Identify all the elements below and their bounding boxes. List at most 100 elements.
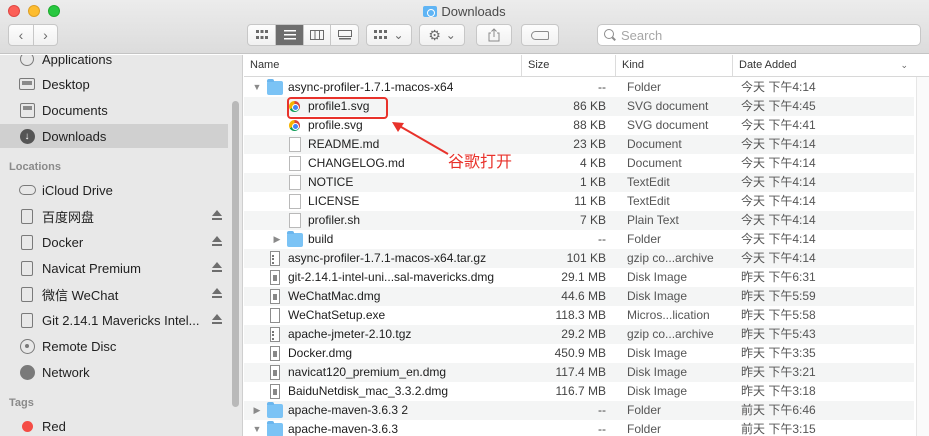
sidebar-item-applications[interactable]: Applications [0, 55, 228, 71]
file-row[interactable]: BaiduNetdisk_mac_3.3.2.dmg 116.7 MB Disk I… [244, 382, 914, 401]
file-name-label: profiler.sh [308, 213, 361, 227]
sidebar-item-label: Red [42, 418, 66, 434]
eject-icon[interactable] [212, 236, 222, 247]
sidebar-item-label: Desktop [42, 76, 90, 92]
sidebar-item-desktop[interactable]: Desktop [0, 72, 228, 96]
group-by-button[interactable]: ⌄ [366, 24, 412, 46]
list-view-button[interactable] [275, 25, 303, 45]
icon-view-button[interactable] [248, 25, 275, 45]
file-size-cell: 117.4 MB [555, 365, 606, 379]
drive-icon [18, 208, 36, 224]
file-row[interactable]: ▶ apache-maven-3.6.3 2 -- Folder 前天 下午6:46 [244, 401, 914, 420]
date-added-label: Date Added [739, 59, 797, 71]
disk-image-icon [270, 346, 280, 361]
file-row[interactable]: navicat120_premium_en.dmg 117.4 MB Disk Im… [244, 363, 914, 382]
file-size-cell: 44.6 MB [561, 289, 606, 303]
file-list-scrollbar[interactable] [916, 77, 929, 436]
disclosure-triangle-icon[interactable]: ▼ [252, 420, 262, 436]
column-view-button[interactable] [302, 25, 331, 45]
file-row[interactable]: NOTICE 1 KB TextEdit 今天 下午4:14 [244, 173, 914, 192]
folder-icon [287, 230, 303, 247]
chevron-down-icon: ⌄ [445, 28, 456, 42]
file-row[interactable]: profiler.sh 7 KB Plain Text 今天 下午4:14 [244, 211, 914, 230]
downloads-folder-icon [423, 6, 438, 17]
file-row[interactable]: WeChatMac.dmg 44.6 MB Disk Image 昨天 下午5:59 [244, 287, 914, 306]
disclosure-triangle-icon[interactable]: ▶ [272, 230, 282, 249]
file-name-cell: ▼ apache-maven-3.6.3 [252, 420, 398, 436]
file-kind-cell: Folder [627, 422, 662, 436]
share-icon [488, 28, 500, 42]
annotation-highlight-box [287, 97, 388, 119]
file-row[interactable]: ▶ build -- Folder 今天 下午4:14 [244, 230, 914, 249]
sidebar-item-network[interactable]: Network [0, 360, 228, 384]
file-size-cell: 88 KB [573, 118, 606, 132]
gallery-view-button[interactable] [330, 25, 358, 45]
sidebar-item-label: Navicat Premium [42, 260, 141, 276]
sidebar-scrollbar[interactable] [232, 101, 239, 407]
size-column-header[interactable]: Size [521, 55, 615, 76]
forward-button[interactable]: › [32, 25, 57, 45]
file-name-cell: ▶ apache-maven-3.6.3 2 [252, 401, 408, 420]
tags-button[interactable] [521, 24, 559, 46]
sidebar-item-navicat[interactable]: Navicat Premium [0, 256, 228, 280]
date-added-column-header[interactable]: Date Added ⌄ [732, 55, 914, 76]
kind-column-header[interactable]: Kind [615, 55, 732, 76]
sidebar-item-remote-disc[interactable]: Remote Disc [0, 334, 228, 358]
file-row[interactable]: Docker.dmg 450.9 MB Disk Image 昨天 下午3:35 [244, 344, 914, 363]
sidebar-item-git[interactable]: Git 2.14.1 Mavericks Intel... [0, 308, 228, 332]
file-name-label: NOTICE [308, 175, 354, 189]
archive-icon [270, 251, 280, 266]
name-column-header[interactable]: Name [244, 55, 521, 76]
file-name-label: navicat120_premium_en.dmg [288, 365, 447, 379]
sidebar-item-docker[interactable]: Docker [0, 230, 228, 254]
file-row[interactable]: async-profiler-1.7.1-macos-x64.tar.gz 101… [244, 249, 914, 268]
file-icon [270, 308, 280, 323]
file-date-cell: 今天 下午4:14 [741, 175, 816, 189]
sidebar-item-label: Documents [42, 102, 108, 118]
file-row[interactable]: ▼ apache-maven-3.6.3 -- Folder 前天 下午3:15 [244, 420, 914, 436]
file-name-cell: README.md [272, 135, 379, 154]
action-menu-button[interactable]: ⚙ ⌄ [419, 24, 465, 46]
file-size-cell: 7 KB [579, 213, 606, 227]
eject-icon[interactable] [212, 210, 222, 221]
file-row[interactable]: apache-jmeter-2.10.tgz 29.2 MB gzip co...a… [244, 325, 914, 344]
file-row[interactable]: CHANGELOG.md 4 KB Document 今天 下午4:14 [244, 154, 914, 173]
chevron-down-icon: ⌄ [393, 28, 404, 42]
search-input[interactable] [621, 27, 911, 43]
red-tag-icon [18, 418, 36, 434]
sidebar-item-documents[interactable]: Documents [0, 98, 228, 122]
file-size-cell: -- [598, 422, 606, 436]
disclosure-triangle-icon[interactable]: ▼ [252, 78, 262, 97]
file-row[interactable]: WeChatSetup.exe 118.3 MB Micros...lication… [244, 306, 914, 325]
file-name-cell: WeChatMac.dmg [252, 287, 380, 306]
file-date-cell: 昨天 下午3:21 [741, 365, 816, 379]
desktop-icon [18, 76, 36, 92]
file-date-cell: 今天 下午4:14 [741, 80, 816, 94]
file-date-cell: 前天 下午3:15 [741, 422, 816, 436]
eject-icon[interactable] [212, 262, 222, 273]
document-icon [289, 194, 301, 209]
file-name-label: async-profiler-1.7.1-macos-x64.tar.gz [288, 251, 487, 265]
sidebar-item-tag-red[interactable]: Red [0, 414, 228, 436]
eject-icon[interactable] [212, 314, 222, 325]
file-name-cell: ▼ async-profiler-1.7.1-macos-x64 [252, 78, 453, 97]
sidebar-item-label: Docker [42, 234, 84, 250]
file-row[interactable]: LICENSE 11 KB TextEdit 今天 下午4:14 [244, 192, 914, 211]
file-row[interactable]: git-2.14.1-intel-uni...sal-mavericks.dmg… [244, 268, 914, 287]
file-date-cell: 今天 下午4:14 [741, 251, 816, 265]
share-button[interactable] [476, 24, 512, 46]
file-size-cell: 29.2 MB [561, 327, 606, 341]
file-row[interactable]: ▼ async-profiler-1.7.1-macos-x64 -- Folder 今… [244, 78, 914, 97]
back-button[interactable]: ‹ [9, 25, 33, 45]
sidebar-item-wechat[interactable]: 微信 WeChat [0, 282, 228, 306]
sidebar-item-downloads[interactable]: ↓ Downloads [0, 124, 228, 148]
disclosure-triangle-icon[interactable]: ▶ [252, 401, 262, 420]
eject-icon[interactable] [212, 288, 222, 299]
file-row[interactable]: README.md 23 KB Document 今天 下午4:14 [244, 135, 914, 154]
column-view-icon [310, 30, 325, 40]
view-mode-control [247, 24, 359, 46]
search-field[interactable] [597, 24, 921, 46]
document-icon [289, 213, 301, 228]
sidebar-item-icloud-drive[interactable]: iCloud Drive [0, 178, 228, 202]
sidebar-item-baidu[interactable]: 百度网盘 [0, 204, 228, 228]
